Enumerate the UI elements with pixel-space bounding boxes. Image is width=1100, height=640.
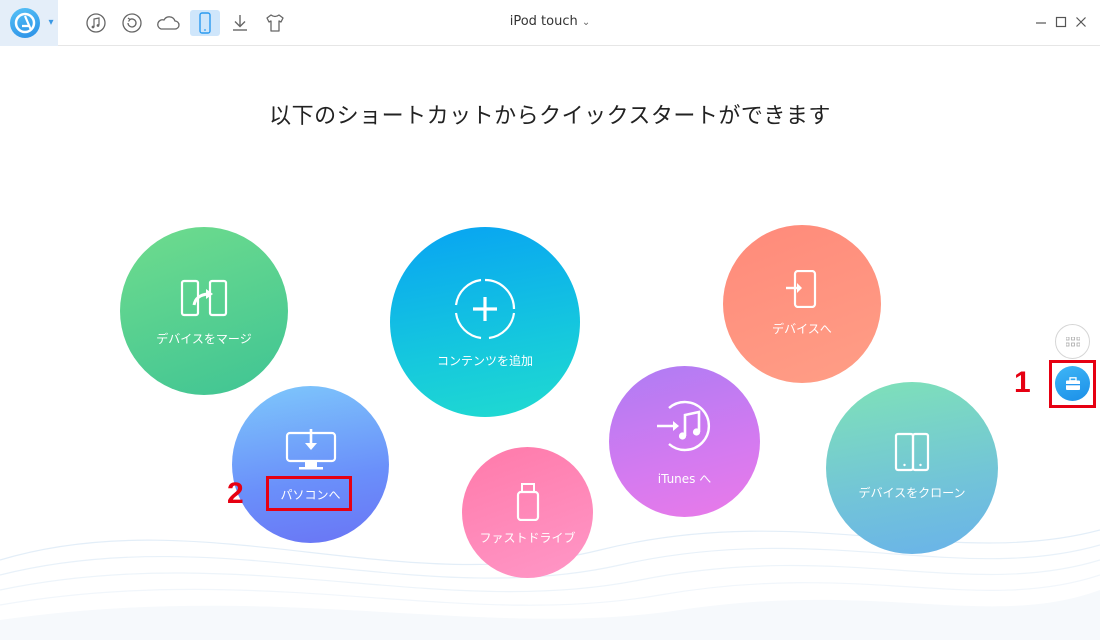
device-name: iPod touch	[509, 14, 578, 29]
usb-drive-icon	[515, 483, 541, 525]
to-device-button[interactable]: デバイスへ	[723, 225, 881, 383]
itunes-icon	[655, 398, 715, 458]
chevron-down-icon: ⌄	[581, 17, 591, 28]
add-icon	[453, 277, 517, 345]
annotation-number-1: 1	[1014, 366, 1031, 399]
monitor-download-icon	[285, 428, 337, 476]
to-device-icon	[785, 269, 819, 312]
device-selector[interactable]: iPod touch ⌄	[0, 14, 1100, 29]
merge-devices-button[interactable]: デバイスをマージ	[120, 227, 288, 395]
to-pc-button[interactable]: パソコンへ	[232, 386, 389, 543]
clone-icon	[894, 432, 930, 476]
top-toolbar: ▾ iPod touch ⌄	[0, 0, 1100, 46]
grid-view-button[interactable]	[1055, 324, 1090, 359]
clone-device-button[interactable]: デバイスをクローン	[826, 382, 998, 554]
fast-drive-button[interactable]: ファストドライブ	[462, 447, 593, 578]
minimize-button[interactable]	[1034, 15, 1048, 29]
to-itunes-label: iTunes へ	[657, 472, 712, 486]
highlight-box-2	[266, 476, 352, 511]
to-device-label: デバイスへ	[772, 322, 832, 336]
fast-drive-label: ファストドライブ	[479, 531, 576, 545]
page-headline: 以下のショートカットからクイックスタートができます	[269, 104, 831, 129]
add-content-button[interactable]: コンテンツを追加	[390, 227, 580, 417]
merge-label: デバイスをマージ	[156, 332, 252, 346]
highlight-box-1	[1049, 360, 1096, 408]
annotation-number-2: 2	[227, 477, 244, 510]
grid-icon	[1065, 336, 1080, 346]
add-content-label: コンテンツを追加	[436, 354, 533, 368]
clone-label: デバイスをクローン	[858, 486, 966, 500]
to-itunes-button[interactable]: iTunes へ	[609, 366, 760, 517]
maximize-button[interactable]	[1054, 15, 1068, 29]
merge-icon	[180, 279, 228, 321]
close-button[interactable]	[1074, 15, 1088, 29]
